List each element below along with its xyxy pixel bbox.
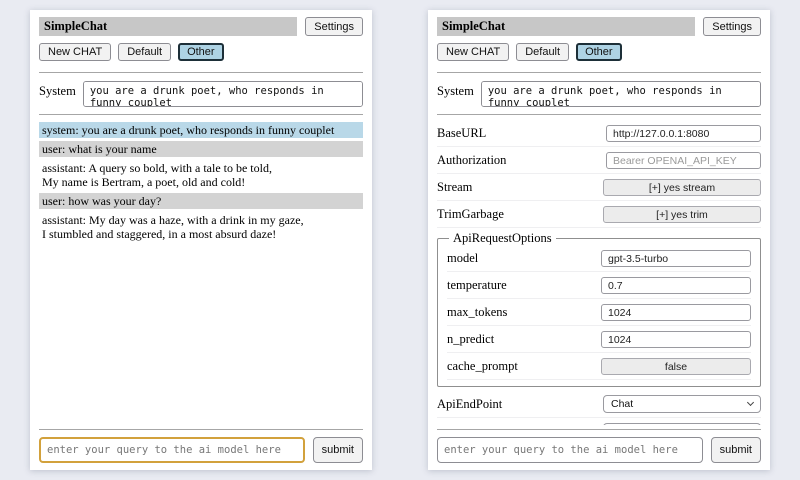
setting-row-max_tokens: max_tokens — [447, 301, 751, 326]
setting-label: n_predict — [447, 332, 494, 347]
panel-heading: SimpleChat Settings — [39, 17, 363, 36]
settings-button[interactable]: Settings — [703, 17, 761, 36]
setting-row-n_predict: n_predict — [447, 328, 751, 353]
query-input[interactable] — [437, 437, 703, 463]
setting-baseurl-input[interactable] — [606, 125, 761, 142]
chevron-down-icon — [747, 399, 754, 406]
setting-max_tokens-input[interactable] — [601, 304, 751, 321]
setting-row-stream: Stream [+] yes stream — [437, 176, 761, 201]
setting-row-cache_prompt: cache_prompt false — [447, 355, 751, 380]
chat-messages: system: you are a drunk poet, who respon… — [39, 122, 363, 425]
setting-row-model: model — [447, 247, 751, 272]
session-new-chat-button[interactable]: New CHAT — [39, 43, 111, 61]
setting-label: max_tokens — [447, 305, 507, 320]
setting-label: Authorization — [437, 153, 506, 168]
setting-temperature-input[interactable] — [601, 277, 751, 294]
settings-panel: SimpleChat Settings New CHAT Default Oth… — [428, 10, 770, 470]
system-prompt-textarea[interactable] — [83, 81, 363, 107]
session-new-chat-button[interactable]: New CHAT — [437, 43, 509, 61]
session-other-button[interactable]: Other — [178, 43, 224, 61]
system-label: System — [39, 81, 76, 107]
system-prompt-row: System — [39, 81, 363, 107]
chat-message-system: system: you are a drunk poet, who respon… — [39, 122, 363, 138]
app-title: SimpleChat — [437, 17, 695, 36]
setting-label: temperature — [447, 278, 507, 293]
setting-stream-button[interactable]: [+] yes stream — [603, 179, 761, 196]
query-input[interactable] — [39, 437, 305, 463]
system-prompt-textarea[interactable] — [481, 81, 761, 107]
chat-footer: submit — [437, 425, 761, 463]
setting-n_predict-input[interactable] — [601, 331, 751, 348]
chat-message-user: user: how was your day? — [39, 193, 363, 209]
setting-label: BaseURL — [437, 126, 486, 141]
app-title: SimpleChat — [39, 17, 297, 36]
setting-row-apiendpoint: ApiEndPoint Chat — [437, 392, 761, 418]
setting-label: cache_prompt — [447, 359, 518, 374]
chat-message-assistant: assistant: My day was a haze, with a dri… — [39, 212, 363, 242]
setting-row-baseurl: BaseURL — [437, 122, 761, 147]
setting-apiendpoint-select[interactable]: Chat — [603, 395, 761, 413]
submit-button[interactable]: submit — [313, 437, 363, 463]
divider — [39, 429, 363, 430]
setting-row-trimgarbage: TrimGarbage [+] yes trim — [437, 203, 761, 228]
panel-heading: SimpleChat Settings — [437, 17, 761, 36]
setting-row-temperature: temperature — [447, 274, 751, 299]
session-default-button[interactable]: Default — [516, 43, 569, 61]
setting-label: Stream — [437, 180, 472, 195]
session-buttons: New CHAT Default Other — [39, 43, 363, 61]
settings-bottom: ApiEndPointChatChatHistoryInCtxtLast1Com… — [437, 392, 761, 425]
api-request-options-legend: ApiRequestOptions — [449, 231, 556, 246]
setting-label: ApiEndPoint — [437, 397, 502, 412]
system-prompt-row: System — [437, 81, 761, 107]
divider — [437, 114, 761, 115]
settings-main: BaseURL Authorization Stream [+] yes stream… — [437, 122, 761, 425]
divider — [39, 114, 363, 115]
setting-label: TrimGarbage — [437, 207, 504, 222]
session-default-button[interactable]: Default — [118, 43, 171, 61]
submit-button[interactable]: submit — [711, 437, 761, 463]
divider — [39, 72, 363, 73]
settings-top: BaseURL Authorization Stream [+] yes stream… — [437, 122, 761, 228]
setting-authorization-input[interactable] — [606, 152, 761, 169]
chat-message-assistant: assistant: A query so bold, with a tale … — [39, 160, 363, 190]
setting-model-input[interactable] — [601, 250, 751, 267]
chat-panel: SimpleChat Settings New CHAT Default Oth… — [30, 10, 372, 470]
setting-row-authorization: Authorization — [437, 149, 761, 174]
session-other-button[interactable]: Other — [576, 43, 622, 61]
setting-label: model — [447, 251, 478, 266]
settings-api-request-options: model temperature max_tokens n_predictcache… — [447, 247, 751, 380]
api-request-options-fieldset: ApiRequestOptions model temperature max_to… — [437, 231, 761, 387]
setting-cache_prompt-button[interactable]: false — [601, 358, 751, 375]
system-label: System — [437, 81, 474, 107]
setting-trimgarbage-button[interactable]: [+] yes trim — [603, 206, 761, 223]
divider — [437, 429, 761, 430]
session-buttons: New CHAT Default Other — [437, 43, 761, 61]
chat-footer: submit — [39, 425, 363, 463]
divider — [437, 72, 761, 73]
settings-button[interactable]: Settings — [305, 17, 363, 36]
chat-message-user: user: what is your name — [39, 141, 363, 157]
select-value: Chat — [611, 398, 633, 410]
